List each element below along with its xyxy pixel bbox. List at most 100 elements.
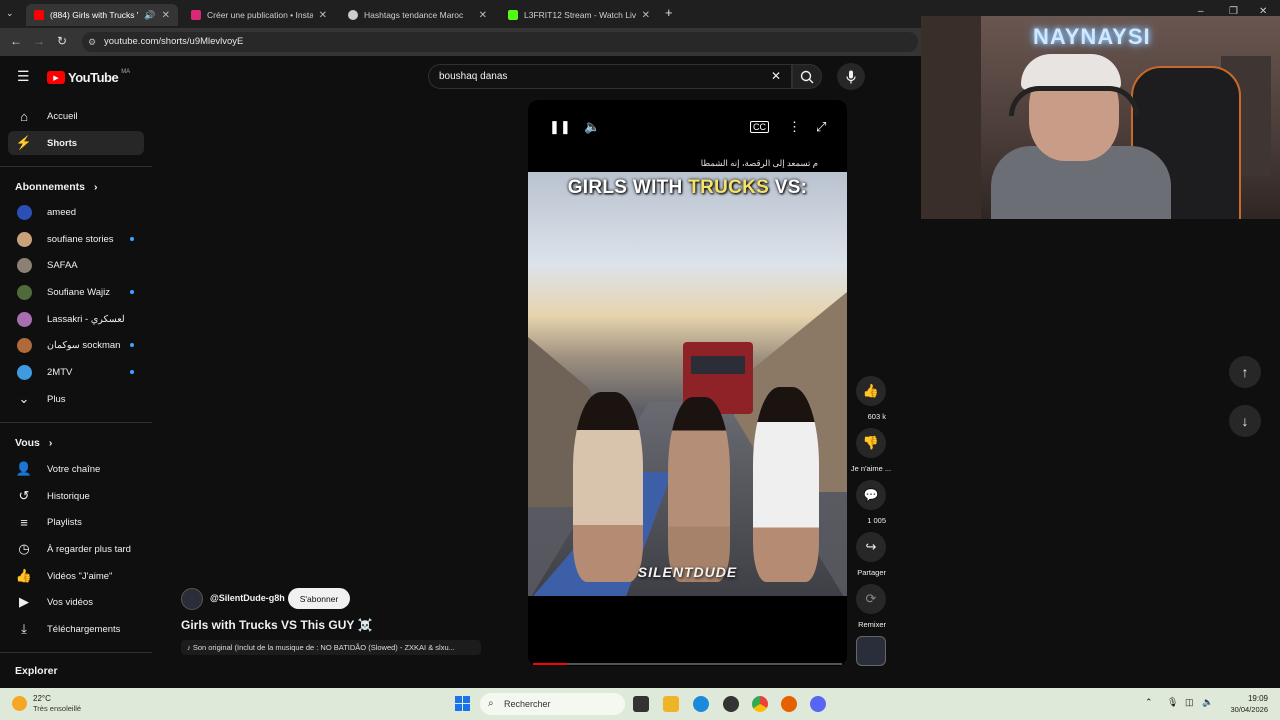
captions-icon[interactable]: CC [750, 121, 769, 133]
sidebar-item-more[interactable]: ⌄ Plus [8, 387, 144, 411]
comments-button[interactable]: 💬 1 005 [856, 480, 886, 528]
fullscreen-icon[interactable]: ⤢ [816, 119, 826, 135]
close-tab-icon[interactable]: ✕ [162, 10, 170, 21]
search-query: boushaq danas [439, 71, 508, 82]
search-input[interactable]: boushaq danas ✕ [428, 64, 792, 89]
youtube-logo-icon: ▶ [47, 71, 65, 84]
sidebar-item-your-channel[interactable]: 👤 Votre chaîne [8, 457, 144, 481]
dislike-button[interactable]: 👎 Je n'aime ... [851, 428, 891, 476]
chrome-icon[interactable] [752, 696, 768, 712]
tab-list-dropdown-icon[interactable]: ⌄ [6, 8, 14, 19]
sidebar-item-downloads[interactable]: ⤓ Téléchargements [8, 617, 144, 641]
sidebar-item-label: Soufiane Wajiz [47, 286, 111, 298]
file-explorer-icon[interactable] [663, 696, 679, 712]
divider [0, 422, 152, 423]
clock-date[interactable]: 30/04/2026 [1218, 705, 1268, 714]
sidebar-item-label: Shorts [47, 137, 78, 149]
clock-time[interactable]: 19:09 [1238, 694, 1268, 703]
tab-hashtags[interactable]: Hashtags tendance Maroc ✕ [340, 4, 495, 26]
volume-icon[interactable]: 🔈 [584, 119, 600, 135]
back-icon[interactable]: ← [10, 34, 22, 48]
subscribe-button[interactable]: S'abonner [288, 588, 350, 609]
reload-icon[interactable]: ↻ [57, 34, 67, 48]
clear-search-icon[interactable]: ✕ [771, 65, 781, 88]
volume-icon[interactable]: 🔈 [1202, 697, 1213, 708]
sidebar-item-subscription[interactable]: ameed [8, 200, 144, 224]
music-credit[interactable]: ♪ Son original (Inclut de la musique de … [181, 640, 481, 655]
video-frame: GIRLS WITH TRUCKS VS: SILENTDUDE [528, 172, 847, 596]
share-label: Partager [857, 568, 886, 577]
sidebar-item-playlists[interactable]: ≡ Playlists [8, 510, 144, 534]
site-info-icon[interactable]: ⚙ [88, 32, 96, 52]
sidebar-item-subscription[interactable]: soufiane stories [8, 227, 144, 251]
discord-icon[interactable] [810, 696, 826, 712]
sidebar-item-subscription[interactable]: 2MTV [8, 360, 144, 384]
sidebar-item-your-videos[interactable]: ▶ Vos vidéos [8, 590, 144, 614]
remix-icon: ⟳ [856, 584, 886, 614]
close-tab-icon[interactable]: ✕ [319, 10, 327, 21]
sidebar-item-label: Historique [47, 490, 90, 502]
menu-icon[interactable]: ☰ [17, 68, 30, 85]
close-tab-icon[interactable]: ✕ [479, 10, 487, 21]
firefox-icon[interactable] [781, 696, 797, 712]
tab-instagram[interactable]: Créer une publication • Instagr ✕ [183, 4, 335, 26]
new-tab-button[interactable]: + [665, 5, 673, 20]
sidebar-item-history[interactable]: ↺ Historique [8, 484, 144, 508]
avatar [17, 311, 32, 327]
chevron-up-icon[interactable]: ⌃ [1145, 697, 1153, 708]
sound-avatar-button[interactable] [856, 636, 886, 666]
tab-title: Hashtags tendance Maroc [364, 10, 464, 20]
speaker-icon[interactable]: 🔊 [144, 10, 155, 21]
downloads-icon: ⤓ [21, 621, 27, 636]
next-short-button[interactable]: ↓ [1229, 405, 1261, 437]
weather-temperature[interactable]: 22°C [33, 694, 51, 703]
sun-icon[interactable] [12, 696, 27, 711]
close-tab-icon[interactable]: ✕ [642, 10, 650, 21]
sidebar-item-subscription[interactable]: Lassakri - لعسكري [8, 307, 144, 331]
share-icon: ↪ [856, 532, 886, 562]
sidebar-item-liked-videos[interactable]: 👍 Vidéos "J'aime" [8, 564, 144, 588]
sidebar-item-subscription[interactable]: Soufiane Wajiz [8, 280, 144, 304]
network-icon[interactable]: ◫ [1185, 697, 1194, 708]
forward-icon[interactable]: → [33, 34, 45, 48]
taskbar-search[interactable]: ⌕ Rechercher [480, 693, 625, 715]
previous-short-button[interactable]: ↑ [1229, 356, 1261, 388]
sidebar-item-watch-later[interactable]: ◷ À regarder plus tard [8, 537, 144, 561]
channel-name[interactable]: @SilentDude-g8h [210, 593, 285, 603]
start-icon[interactable] [455, 696, 470, 711]
sidebar-item-subscription[interactable]: SAFAA [8, 253, 144, 277]
remix-button[interactable]: ⟳ Remixer [856, 584, 886, 632]
url-field[interactable]: ⚙ youtube.com/shorts/u9MlevlvoyE [82, 32, 918, 52]
sidebar-item-label: Playlists [47, 516, 82, 528]
pause-icon[interactable]: ❚❚ [549, 119, 571, 135]
tab-kick-stream[interactable]: L3FRIT12 Stream - Watch Live o ✕ [500, 4, 658, 26]
share-button[interactable]: ↪ Partager [856, 532, 886, 580]
edge-icon[interactable] [693, 696, 709, 712]
avatar [17, 337, 32, 353]
explore-heading: Explorer [15, 665, 58, 677]
arrow-up-icon: ↑ [1241, 364, 1249, 380]
you-heading[interactable]: Vous › [15, 437, 52, 449]
sidebar-item-home[interactable]: ⌂ Accueil [8, 104, 144, 128]
streamer-cap [1021, 54, 1121, 90]
channel-avatar[interactable] [181, 588, 203, 610]
weather-description[interactable]: Très ensoleillé [33, 704, 81, 713]
subscriptions-heading[interactable]: Abonnements › [15, 181, 97, 193]
tab-title: Créer une publication • Instagr [207, 10, 313, 20]
youtube-logo[interactable]: ▶ YouTube MA [47, 69, 130, 85]
overlay-title-highlight: TRUCKS [688, 177, 770, 198]
avatar [17, 204, 32, 220]
sidebar-item-subscription[interactable]: سوكمان sockman [8, 333, 144, 357]
like-button[interactable]: 👍 603 k [856, 376, 886, 424]
app-icon[interactable] [723, 696, 739, 712]
more-options-icon[interactable]: ⋮ [788, 119, 801, 135]
shorts-player[interactable]: ❚❚ 🔈 CC ⋮ ⤢ م تسمعد إلى الرقصة، إنه الشم… [528, 100, 847, 666]
tab-title: (884) Girls with Trucks VS Th [50, 10, 138, 20]
microphone-icon[interactable]: 🎙 [1167, 697, 1178, 708]
task-view-icon[interactable] [633, 696, 649, 712]
voice-search-button[interactable] [837, 63, 865, 90]
sidebar-item-shorts[interactable]: ⚡ Shorts [8, 131, 144, 155]
progress-bar[interactable] [533, 663, 842, 665]
tab-youtube[interactable]: (884) Girls with Trucks VS Th 🔊 ✕ [26, 4, 178, 26]
search-button[interactable] [792, 64, 822, 89]
